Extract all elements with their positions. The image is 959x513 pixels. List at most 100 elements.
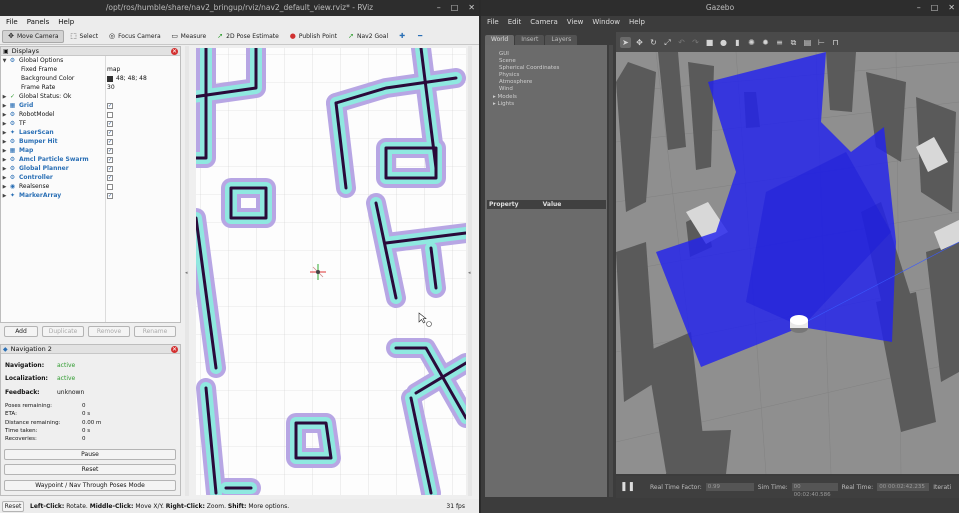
expand-right-icon[interactable]: ▸ bbox=[493, 101, 496, 107]
maximize-icon[interactable]: □ bbox=[451, 0, 459, 16]
display-item[interactable]: ▶ ▦ Grid ✓ bbox=[1, 101, 180, 110]
rename-button[interactable]: Rename bbox=[134, 326, 176, 337]
publish-point-tool[interactable]: ● Publish Point bbox=[285, 30, 341, 43]
menu-file[interactable]: File bbox=[6, 16, 18, 28]
tab-insert[interactable]: Insert bbox=[515, 35, 545, 45]
menu-view[interactable]: View bbox=[567, 16, 584, 28]
menu-help[interactable]: Help bbox=[629, 16, 645, 28]
measure-tool[interactable]: ▭ Measure bbox=[167, 30, 211, 43]
expand-right-icon[interactable]: ▶ bbox=[1, 112, 8, 118]
display-checkbox[interactable] bbox=[107, 183, 113, 190]
menu-edit[interactable]: Edit bbox=[508, 16, 522, 28]
expand-right-icon[interactable]: ▶ bbox=[1, 166, 8, 172]
world-item-atmosphere[interactable]: Atmosphere bbox=[499, 79, 532, 85]
snap-icon[interactable]: ⊓ bbox=[830, 37, 841, 48]
display-checkbox[interactable] bbox=[107, 111, 113, 118]
redo-icon[interactable]: ↷ bbox=[690, 37, 701, 48]
world-item-physics[interactable]: Physics bbox=[499, 72, 519, 78]
add-tool-button[interactable]: ✚ bbox=[394, 30, 410, 43]
minimize-icon[interactable]: – bbox=[917, 0, 921, 16]
display-item[interactable]: ▶ ⚙ Controller ✓ bbox=[1, 173, 180, 182]
directional-light-icon[interactable]: ≡ bbox=[774, 37, 785, 48]
color-swatch[interactable] bbox=[107, 75, 113, 82]
expand-right-icon[interactable]: ▶ bbox=[1, 103, 8, 109]
spot-light-icon[interactable]: ✹ bbox=[760, 37, 771, 48]
rviz-3d-viewport[interactable] bbox=[196, 48, 466, 495]
display-checkbox[interactable]: ✓ bbox=[107, 192, 113, 199]
gazebo-splitter[interactable] bbox=[609, 45, 613, 497]
expand-right-icon[interactable]: ▶ bbox=[1, 148, 8, 154]
menu-file[interactable]: File bbox=[487, 16, 499, 28]
world-item-gui[interactable]: GUI bbox=[499, 51, 509, 57]
expand-right-icon[interactable]: ▶ bbox=[1, 175, 8, 181]
pause-button[interactable]: Pause bbox=[4, 449, 176, 460]
expand-down-icon[interactable]: ▼ bbox=[1, 58, 8, 64]
world-item-lights[interactable]: ▸ Lights bbox=[493, 101, 514, 107]
tree-row-global-status[interactable]: ▶ ✓ Global Status: Ok bbox=[1, 92, 180, 101]
duplicate-button[interactable]: Duplicate bbox=[42, 326, 84, 337]
gazebo-3d-scene[interactable] bbox=[616, 52, 959, 474]
close-icon[interactable]: ✕ bbox=[468, 0, 475, 16]
move-camera-tool[interactable]: ✥ Move Camera bbox=[2, 29, 64, 43]
view-splitter[interactable]: ◂ bbox=[468, 46, 472, 496]
pause-icon[interactable]: ❚❚ bbox=[620, 482, 635, 492]
undo-icon[interactable]: ↶ bbox=[676, 37, 687, 48]
display-item[interactable]: ▶ ⚙ Amcl Particle Swarm ✓ bbox=[1, 155, 180, 164]
scale-icon[interactable]: ⤢ bbox=[662, 37, 673, 48]
align-icon[interactable]: ⊢ bbox=[816, 37, 827, 48]
menu-help[interactable]: Help bbox=[58, 16, 74, 28]
close-panel-icon[interactable]: ✕ bbox=[171, 48, 178, 55]
copy-icon[interactable]: ⧉ bbox=[788, 37, 799, 48]
display-checkbox[interactable]: ✓ bbox=[107, 120, 113, 127]
tree-row-global-options[interactable]: ▼ ⚙ Global Options bbox=[1, 56, 180, 65]
display-item[interactable]: ▶ ◉ Realsense bbox=[1, 182, 180, 191]
tab-layers[interactable]: Layers bbox=[545, 35, 578, 45]
cylinder-icon[interactable]: ▮ bbox=[732, 37, 743, 48]
waypoint-mode-button[interactable]: Waypoint / Nav Through Poses Mode bbox=[4, 480, 176, 491]
rviz-titlebar[interactable]: /opt/ros/humble/share/nav2_bringup/rviz/… bbox=[0, 0, 479, 16]
display-checkbox[interactable]: ✓ bbox=[107, 102, 113, 109]
display-item[interactable]: ▶ ✦ MarkerArray ✓ bbox=[1, 191, 180, 200]
translate-icon[interactable]: ✥ bbox=[634, 37, 645, 48]
world-item-wind[interactable]: Wind bbox=[499, 86, 513, 92]
remove-button[interactable]: Remove bbox=[88, 326, 130, 337]
background-color-value[interactable]: 48; 48; 48 bbox=[116, 75, 147, 82]
rotate-icon[interactable]: ↻ bbox=[648, 37, 659, 48]
expand-right-icon[interactable]: ▶ bbox=[1, 184, 8, 190]
minimize-icon[interactable]: – bbox=[437, 0, 441, 16]
display-checkbox[interactable]: ✓ bbox=[107, 156, 113, 163]
nav2-goal-tool[interactable]: ➚ Nav2 Goal bbox=[343, 30, 392, 43]
world-item-scene[interactable]: Scene bbox=[499, 58, 516, 64]
panel-splitter[interactable]: ◂ bbox=[185, 46, 189, 496]
select-tool[interactable]: ⬚ Select bbox=[66, 30, 103, 43]
reset-view-button[interactable]: Reset bbox=[2, 500, 24, 512]
sphere-icon[interactable]: ● bbox=[718, 37, 729, 48]
display-checkbox[interactable]: ✓ bbox=[107, 174, 113, 181]
display-item[interactable]: ▶ ⚙ Global Planner ✓ bbox=[1, 164, 180, 173]
expand-right-icon[interactable]: ▶ bbox=[1, 121, 8, 127]
close-icon[interactable]: ✕ bbox=[948, 0, 955, 16]
tree-row-frame-rate[interactable]: Frame Rate 30 bbox=[1, 83, 180, 92]
world-item-spherical[interactable]: Spherical Coordinates bbox=[499, 65, 559, 71]
paste-icon[interactable]: ▤ bbox=[802, 37, 813, 48]
expand-right-icon[interactable]: ▶ bbox=[1, 193, 8, 199]
world-item-models[interactable]: ▸ Models bbox=[493, 94, 517, 100]
expand-right-icon[interactable]: ▶ bbox=[1, 94, 8, 100]
display-checkbox[interactable]: ✓ bbox=[107, 138, 113, 145]
display-item[interactable]: ▶ ⚙ TF ✓ bbox=[1, 119, 180, 128]
select-arrow-icon[interactable]: ➤ bbox=[620, 36, 631, 48]
focus-camera-tool[interactable]: ◎ Focus Camera bbox=[104, 30, 165, 43]
box-icon[interactable]: ■ bbox=[704, 37, 715, 48]
nav-reset-button[interactable]: Reset bbox=[4, 464, 176, 475]
display-item[interactable]: ▶ ✦ LaserScan ✓ bbox=[1, 128, 180, 137]
display-item[interactable]: ▶ ⚙ Bumper Hit ✓ bbox=[1, 137, 180, 146]
display-checkbox[interactable]: ✓ bbox=[107, 165, 113, 172]
expand-right-icon[interactable]: ▸ bbox=[493, 94, 496, 100]
expand-right-icon[interactable]: ▶ bbox=[1, 139, 8, 145]
fixed-frame-value[interactable]: map bbox=[107, 66, 120, 73]
map-render[interactable] bbox=[196, 48, 466, 495]
display-item[interactable]: ▶ ▦ Map ✓ bbox=[1, 146, 180, 155]
gazebo-titlebar[interactable]: Gazebo – □ ✕ bbox=[481, 0, 959, 16]
expand-right-icon[interactable]: ▶ bbox=[1, 157, 8, 163]
menu-window[interactable]: Window bbox=[592, 16, 620, 28]
